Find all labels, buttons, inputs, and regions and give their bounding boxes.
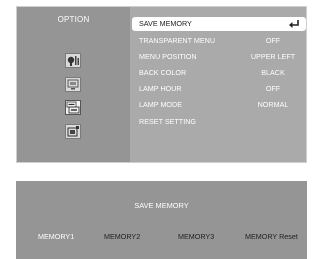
menu-item-value: NORMAL [257,100,289,109]
menu-item-label: RESET SETTING [139,117,196,126]
menu-item-label: SAVE MEMORY [139,19,192,28]
menu-item-value: OFF [265,84,281,93]
tab-option[interactable] [65,100,81,115]
menu-item-label: LAMP HOUR [139,84,182,93]
menu-item-back-color[interactable]: BACK COLOR BLACK [132,66,306,80]
menu-item-label: MENU POSITION [139,52,197,61]
menu-item-label: LAMP MODE [139,100,183,109]
menu-item-value: BLACK [261,68,285,77]
menu-item-label: BACK COLOR [139,68,187,77]
osd-menu-panel: OPTION SAVE MEMORY TRANSPARENT MENU OFF … [16,6,307,163]
memory-option-reset[interactable]: MEMORY Reset [245,232,298,241]
menu-item-label: TRANSPARENT MENU [139,36,216,45]
tab-input[interactable] [65,124,81,139]
menu-item-value: OFF [265,36,281,45]
picture-adjust-icon [67,56,79,66]
tab-picture-adjust[interactable] [65,53,81,68]
memory-option-1[interactable]: MEMORY1 [38,232,74,241]
enter-icon [289,20,299,28]
menu-item-save-memory[interactable]: SAVE MEMORY [132,17,306,31]
memory-option-3[interactable]: MEMORY3 [178,232,214,241]
input-icon [67,126,79,137]
menu-item-reset-setting[interactable]: RESET SETTING [132,115,306,129]
menu-item-transparent-menu[interactable]: TRANSPARENT MENU OFF [132,34,306,48]
menu-item-lamp-hour[interactable]: LAMP HOUR OFF [132,82,306,96]
menu-item-menu-position[interactable]: MENU POSITION UPPER LEFT [132,50,306,64]
memory-option-2[interactable]: MEMORY2 [104,232,140,241]
tab-display[interactable] [65,77,81,92]
osd-sidebar: OPTION [17,7,130,162]
menu-item-value: UPPER LEFT [250,52,296,61]
display-icon [67,79,79,90]
option-icon [66,101,80,114]
osd-title: OPTION [57,15,90,24]
save-memory-title: SAVE MEMORY [134,201,189,210]
save-memory-dialog: SAVE MEMORY MEMORY1 MEMORY2 MEMORY3 MEMO… [16,181,307,259]
menu-item-lamp-mode[interactable]: LAMP MODE NORMAL [132,98,306,112]
